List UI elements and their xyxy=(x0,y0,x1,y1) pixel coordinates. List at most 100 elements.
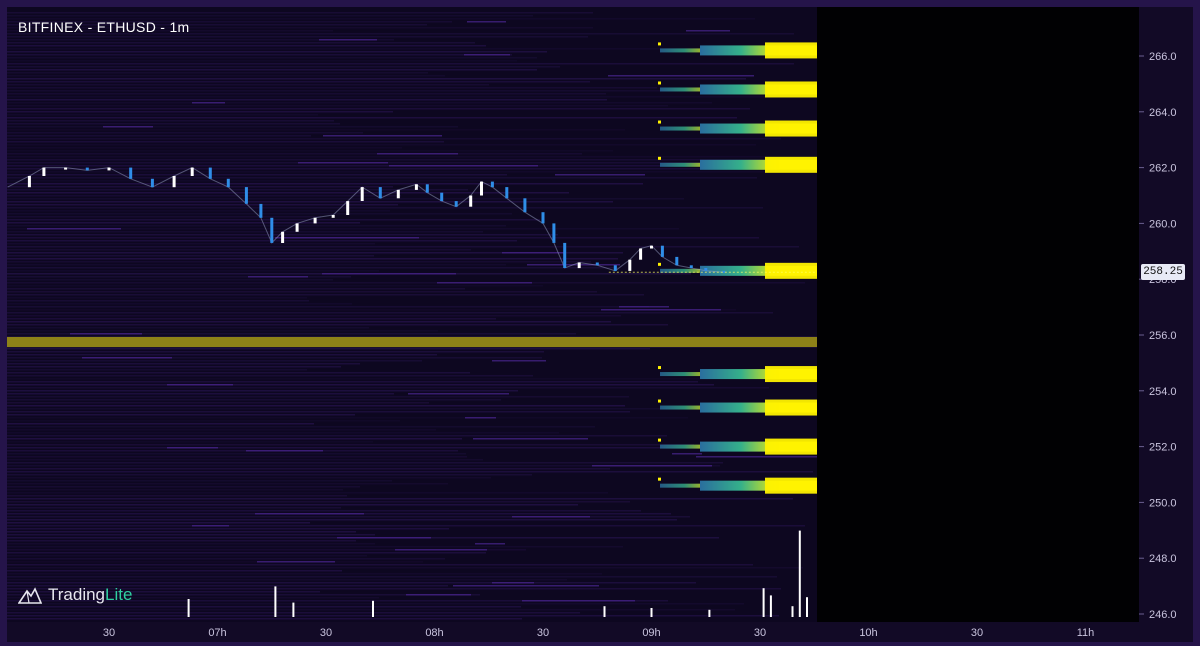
volume-bar xyxy=(791,606,794,617)
liquidity-dot xyxy=(658,366,661,370)
candle xyxy=(270,217,274,243)
heat-row xyxy=(7,387,769,389)
heat-row xyxy=(7,219,540,221)
volume-bar xyxy=(798,530,801,617)
candle xyxy=(281,231,285,243)
heat-row xyxy=(7,615,779,617)
heat-row xyxy=(7,288,465,290)
heat-fragment xyxy=(465,417,496,419)
liquidity-dot xyxy=(658,156,661,160)
heat-row xyxy=(7,390,518,392)
heat-fragment xyxy=(275,237,419,239)
candle xyxy=(378,187,382,199)
heat-row xyxy=(7,138,781,140)
heat-row xyxy=(7,477,491,479)
heat-row xyxy=(7,240,517,242)
heat-row xyxy=(7,402,429,404)
heat-row xyxy=(7,519,677,521)
heat-row xyxy=(7,192,569,194)
heat-row xyxy=(7,297,307,299)
volume-bar xyxy=(762,588,765,617)
heat-row xyxy=(7,318,496,320)
heat-row xyxy=(7,147,402,149)
liquidity-dot xyxy=(658,81,661,85)
heat-row xyxy=(7,399,501,401)
heat-row xyxy=(7,279,333,281)
heat-row xyxy=(7,444,694,446)
heat-row xyxy=(7,249,471,251)
liquidity-band-core xyxy=(765,438,817,455)
heat-fragment xyxy=(27,228,121,230)
candle xyxy=(190,167,194,176)
heat-row xyxy=(7,492,608,494)
heat-fragment xyxy=(395,549,487,551)
heat-row xyxy=(7,432,559,434)
chart-title: BITFINEX - ETHUSD - 1m xyxy=(18,19,190,35)
heat-row xyxy=(7,330,438,332)
heat-row xyxy=(7,159,769,161)
liquidity-band-core xyxy=(765,42,817,59)
heat-row xyxy=(7,117,737,119)
mountain-logo-icon xyxy=(18,587,42,604)
heat-row xyxy=(7,81,590,83)
orderbook-heatmap-chart[interactable]: 246.0248.0250.0252.0254.0256.0258.0260.0… xyxy=(0,0,1200,646)
heat-row xyxy=(7,552,486,554)
volume-bar xyxy=(806,597,808,617)
heat-row xyxy=(7,243,375,245)
candle xyxy=(660,245,664,257)
heat-row xyxy=(7,384,714,386)
candle xyxy=(613,265,617,271)
y-tick-label: 266.0 xyxy=(1149,51,1177,63)
heat-fragment xyxy=(389,165,538,167)
future-region xyxy=(817,7,1139,622)
liquidity-dot xyxy=(658,120,661,124)
candle xyxy=(150,178,154,188)
heat-row xyxy=(7,360,422,362)
heat-row xyxy=(7,567,803,569)
heat-row xyxy=(7,510,641,512)
heat-row xyxy=(7,420,400,422)
heat-fragment xyxy=(502,252,565,254)
x-tick-label: 11h xyxy=(1077,627,1095,639)
heat-row xyxy=(7,195,401,197)
heat-fragment xyxy=(473,438,588,440)
heat-row xyxy=(7,453,466,455)
candle xyxy=(505,187,509,199)
x-tick-label: 09h xyxy=(642,627,660,639)
tradinglite-logo: TradingLite xyxy=(18,585,132,605)
candle xyxy=(454,201,458,207)
heat-row xyxy=(7,618,522,620)
heat-row xyxy=(7,180,495,182)
heat-fragment xyxy=(192,525,229,527)
heat-row xyxy=(7,258,618,260)
heat-row xyxy=(7,156,765,158)
heat-row xyxy=(7,471,813,473)
heat-row xyxy=(7,255,374,257)
heat-row xyxy=(7,459,483,461)
heat-row xyxy=(7,186,393,188)
heat-row xyxy=(7,423,314,425)
liquidity-band-core xyxy=(765,477,817,494)
heat-row xyxy=(7,264,506,266)
heat-fragment xyxy=(377,153,458,155)
heat-row xyxy=(7,135,311,137)
candle xyxy=(226,178,230,188)
x-axis-panel xyxy=(7,622,1193,642)
heat-row xyxy=(7,87,657,89)
candle xyxy=(244,187,248,204)
heat-row xyxy=(7,96,812,98)
heat-row xyxy=(7,165,709,167)
logo-text-trading: Trading xyxy=(48,585,106,604)
volume-bar xyxy=(603,606,606,617)
heat-fragment xyxy=(248,276,308,278)
heat-row xyxy=(7,174,507,176)
liquidity-dot xyxy=(658,477,661,481)
heat-row xyxy=(7,462,723,464)
x-tick-label: 30 xyxy=(103,627,115,639)
heat-row xyxy=(7,45,486,47)
heat-row xyxy=(7,501,630,503)
heat-row xyxy=(7,183,643,185)
heat-row xyxy=(7,561,423,563)
heat-row xyxy=(7,480,392,482)
heat-fragment xyxy=(672,453,702,455)
